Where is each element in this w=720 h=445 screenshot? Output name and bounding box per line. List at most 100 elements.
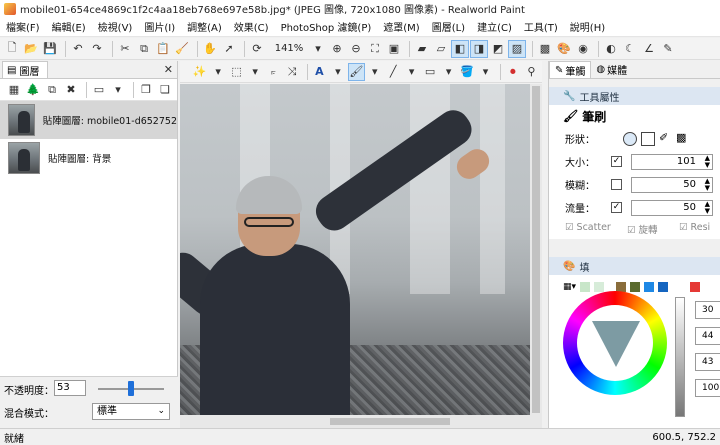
zoom-level[interactable]: 141% [268,41,310,57]
clear-icon[interactable]: 🧹 [174,41,190,57]
palette-icon[interactable]: 🎨 [556,41,572,57]
copy-icon[interactable]: ⧉ [136,41,152,57]
custom-shape-icon[interactable]: ▩ [676,131,686,144]
layer-row[interactable]: 貼陣圖層: mobile01-d652752 [0,101,177,139]
tool-properties-header[interactable]: 🔧 工具屬性 [549,87,720,105]
tool-dropdown-icon[interactable]: ▾ [404,64,419,80]
stamp-icon[interactable]: ⚲ [524,64,539,80]
crescent-icon[interactable]: ☾ [622,41,638,57]
image-canvas[interactable] [180,84,530,415]
size-input[interactable]: 101 ▲ ▼ [631,153,713,170]
open-folder-icon[interactable]: 📂 [23,41,39,57]
menu-file[interactable]: 檔案(F) [0,19,46,34]
magic-wand-icon[interactable]: ✨ [192,64,207,80]
cut-icon[interactable]: ✂ [117,41,133,57]
pen-shape-icon[interactable]: ✐ [659,131,668,144]
menu-photoshop-filters[interactable]: PhotoShop 濾鏡(P) [275,19,378,34]
record-icon[interactable]: ⏺ [505,64,520,80]
horizontal-scrollbar[interactable] [180,415,542,428]
tool-dropdown-icon[interactable]: ▾ [441,64,456,80]
crop-icon[interactable]: ⟔ [266,64,281,80]
move-icon[interactable]: ⤨ [284,64,299,80]
rotate-icon[interactable]: ⟳ [249,41,265,57]
pan-icon[interactable]: ✋ [202,41,218,57]
color-value-1[interactable]: 30 [695,301,720,319]
swatch[interactable] [644,282,655,292]
zoom-in-icon[interactable]: ⊕ [329,41,345,57]
layer-row[interactable]: 貼陣圖層: 背景 [0,139,177,177]
spinner-icon[interactable]: ▲ ▼ [705,154,710,169]
color-picker-icon[interactable]: ▩ [537,41,553,57]
fill-bucket-icon[interactable]: 🪣 [459,64,474,80]
scatter-option[interactable]: ☑ Scatter [565,222,611,233]
select-pointer-icon[interactable]: ➚ [221,41,237,57]
copy-layer-icon[interactable]: ❐ [138,82,154,98]
layer-menu-icon[interactable]: ▾ [110,82,126,98]
flow-checkbox[interactable]: ✓ [611,202,622,213]
swatch[interactable] [630,282,641,292]
opacity-input[interactable]: 53 [54,380,86,396]
paste-icon[interactable]: 📋 [155,41,171,57]
color-header[interactable]: 🎨 填 [549,257,720,275]
lightness-bar[interactable] [675,297,685,417]
swatch[interactable] [580,282,591,292]
tab-media[interactable]: ◍ 媒體 [591,61,632,78]
layer-up-icon[interactable]: ▰ [414,41,430,57]
redo-icon[interactable]: ↷ [89,41,105,57]
color-value-4[interactable]: 100 [695,379,720,397]
fit-window-icon[interactable]: ⛶ [367,41,383,57]
undo-icon[interactable]: ↶ [70,41,86,57]
vertical-scrollbar[interactable] [530,84,542,415]
save-icon[interactable]: 💾 [42,41,58,57]
palette-menu-icon[interactable]: ▦▾ [563,282,576,292]
tool-dropdown-icon[interactable]: ▾ [330,64,345,80]
blur-checkbox[interactable] [611,179,622,190]
tool-dropdown-icon[interactable]: ▾ [367,64,382,80]
layer-flatten-icon[interactable]: ◩ [490,41,506,57]
blur-input[interactable]: 50 ▲ ▼ [631,176,713,193]
spinner-icon[interactable]: ▲ ▼ [705,200,710,215]
menu-help[interactable]: 說明(H) [564,19,611,34]
layer-down-icon[interactable]: ▱ [433,41,449,57]
scrollbar-thumb[interactable] [532,86,540,413]
angle-icon[interactable]: ∠ [641,41,657,57]
menu-effects[interactable]: 效果(C) [228,19,275,34]
resize-option[interactable]: ☑ Resi [679,222,710,233]
new-file-icon[interactable]: 🗋 [4,41,20,57]
paste-layer-icon[interactable]: ❏ [157,82,173,98]
menu-layers[interactable]: 圖層(L) [426,19,471,34]
swatch[interactable] [658,282,669,292]
layer-merge-icon[interactable]: ◧ [451,39,469,58]
scrollbar-thumb[interactable] [330,418,450,425]
close-icon[interactable]: ✕ [164,63,173,76]
tool-dropdown-icon[interactable]: ▾ [478,64,493,80]
selection-rect-icon[interactable]: ⬚ [229,64,244,80]
menu-tools[interactable]: 工具(T) [518,19,564,34]
blend-mode-select[interactable]: 標準 ⌄ [92,403,170,420]
canvas-area[interactable] [180,84,542,428]
color-value-2[interactable]: 44 [695,327,720,345]
menu-build[interactable]: 建立(C) [471,19,518,34]
color-triangle[interactable] [592,321,640,367]
circle-shape-button[interactable] [623,131,637,146]
layers-tab[interactable]: ▤ 圖層 [2,61,49,78]
menu-edit[interactable]: 編輯(E) [46,19,92,34]
delete-layer-icon[interactable]: ✖ [63,82,79,98]
tool-dropdown-icon[interactable]: ▾ [247,64,262,80]
size-checkbox[interactable]: ✓ [611,156,622,167]
text-icon[interactable]: A [312,64,327,80]
tree-icon[interactable]: 🌲 [25,82,41,98]
layer-properties-icon[interactable]: ▭ [91,82,107,98]
line-icon[interactable]: ╱ [386,64,401,80]
rotate-option[interactable]: ☑ 旋轉 [627,222,658,236]
zoom-out-icon[interactable]: ⊖ [348,41,364,57]
brush-tip-icon[interactable]: ✎ [660,41,676,57]
tab-strokes[interactable]: ✎ 筆觸 [549,61,592,78]
effects-icon[interactable]: ◉ [575,41,591,57]
swatch[interactable] [594,282,605,292]
spinner-icon[interactable]: ▲ ▼ [705,177,710,192]
flow-input[interactable]: 50 ▲ ▼ [631,199,713,216]
menu-mask[interactable]: 遮罩(M) [377,19,425,34]
image-icon[interactable]: ▨ [508,39,526,58]
color-value-3[interactable]: 43 [695,353,720,371]
